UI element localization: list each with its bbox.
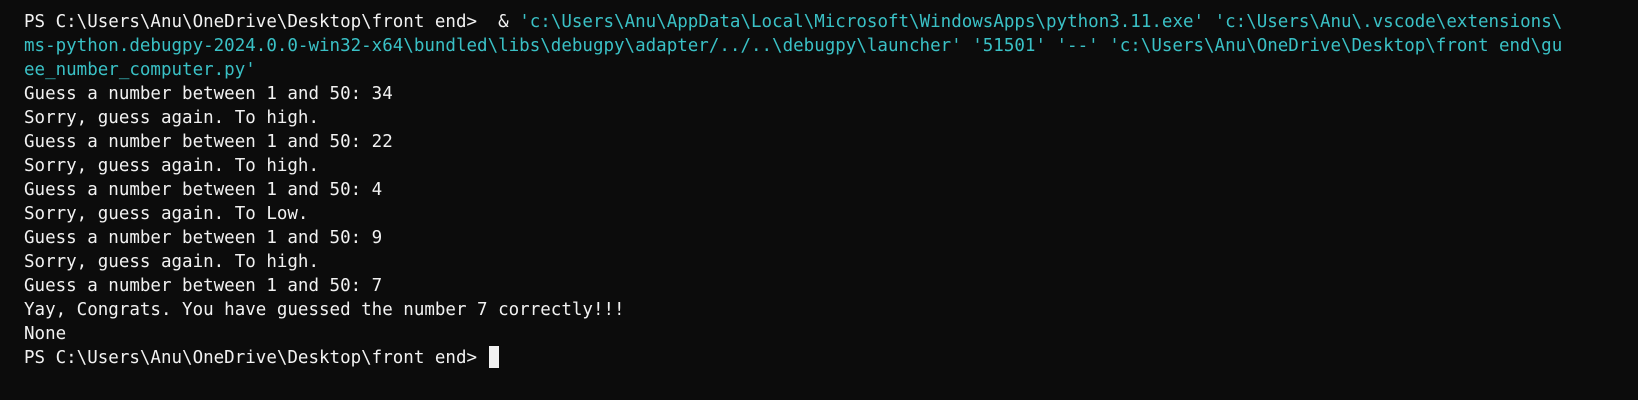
output-line: Guess a number between 1 and 50: 7 [24, 276, 383, 296]
output-line: Sorry, guess again. To Low. [24, 204, 309, 224]
output-line: Guess a number between 1 and 50: 22 [24, 132, 393, 152]
ampersand-operator: & [498, 12, 509, 32]
output-line: None [24, 324, 67, 344]
output-line: Sorry, guess again. To high. [24, 156, 320, 176]
output-line: Guess a number between 1 and 50: 9 [24, 228, 383, 248]
output-line: Guess a number between 1 and 50: 4 [24, 180, 383, 200]
final-prompt-text: PS C:\Users\Anu\OneDrive\Desktop\front e… [24, 348, 478, 368]
command-args-1: 'c:\Users\Anu\AppData\Local\Microsoft\Wi… [519, 12, 1563, 32]
output-line: Yay, Congrats. You have guessed the numb… [24, 300, 625, 320]
prompt-text: PS C:\Users\Anu\OneDrive\Desktop\front e… [24, 12, 478, 32]
output-line: Guess a number between 1 and 50: 34 [24, 84, 393, 104]
command-block: PS C:\Users\Anu\OneDrive\Desktop\front e… [24, 10, 1638, 82]
command-line-1: PS C:\Users\Anu\OneDrive\Desktop\front e… [24, 10, 1638, 34]
terminal-window[interactable]: PS C:\Users\Anu\OneDrive\Desktop\front e… [0, 0, 1638, 400]
output-line: Sorry, guess again. To high. [24, 108, 320, 128]
command-line-3: ee_number_computer.py' [24, 60, 256, 80]
command-line-2: ms-python.debugpy-2024.0.0-win32-x64\bun… [24, 36, 1563, 56]
output-line: Sorry, guess again. To high. [24, 252, 320, 272]
final-prompt-line[interactable]: PS C:\Users\Anu\OneDrive\Desktop\front e… [24, 346, 1638, 370]
program-output: Guess a number between 1 and 50: 34 Sorr… [24, 82, 1638, 346]
text-cursor [488, 346, 499, 368]
